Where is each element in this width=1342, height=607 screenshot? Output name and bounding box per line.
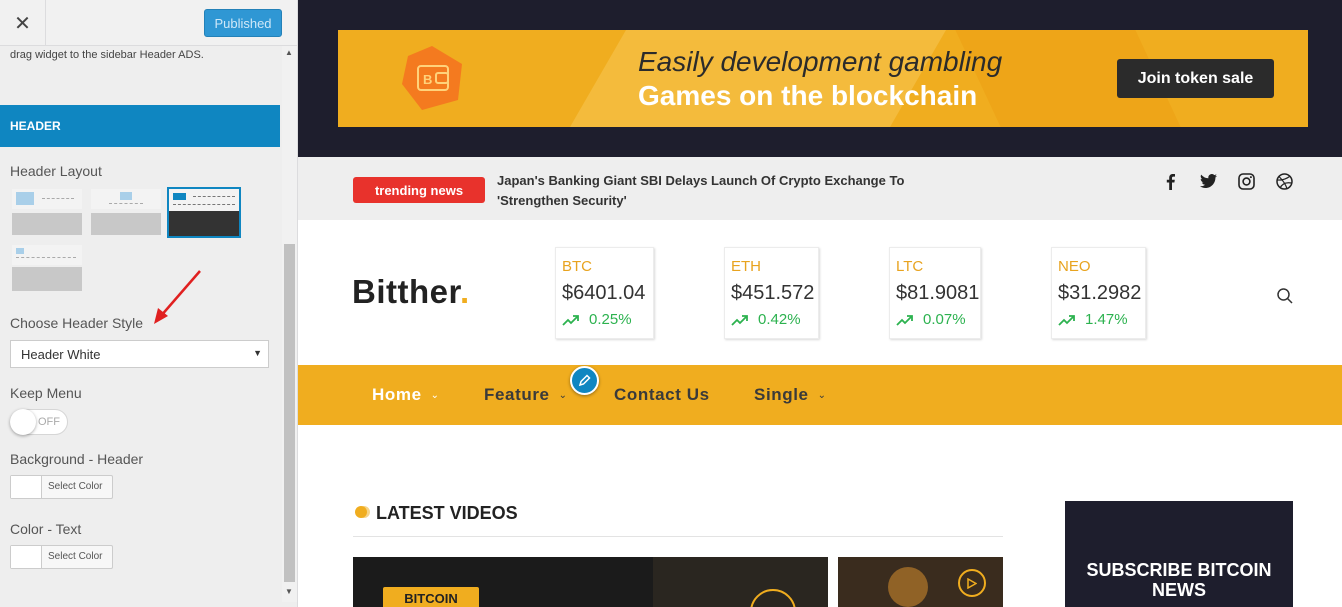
nav-item-feature[interactable]: Feature ⌄ — [484, 385, 568, 405]
chevron-down-icon: ⌄ — [558, 389, 568, 401]
search-icon[interactable] — [1276, 287, 1294, 305]
trending-bar: trending news Japan's Banking Giant SBI … — [298, 157, 1342, 220]
trending-badge: trending news — [353, 177, 485, 203]
header-layout-option-1[interactable] — [12, 189, 82, 235]
publish-button[interactable]: Published — [204, 9, 282, 37]
scroll-down-icon[interactable]: ▼ — [285, 587, 293, 596]
dribbble-icon[interactable] — [1274, 171, 1294, 191]
scroll-up-icon[interactable]: ▲ — [285, 48, 293, 57]
panel-note: drag widget to the sidebar Header ADS. — [10, 49, 204, 61]
banner-headline: Easily development gambling — [638, 46, 1003, 77]
close-customizer-button[interactable]: ✕ — [0, 0, 46, 46]
ticker-card-btc: BTC $6401.04 0.25% — [555, 247, 654, 339]
site-logo[interactable]: Bitther. — [352, 273, 470, 311]
nav-item-single[interactable]: Single ⌄ — [754, 385, 827, 405]
toggle-state: OFF — [38, 416, 60, 428]
video-card-featured[interactable]: BITCOIN — [353, 557, 828, 607]
ticker-change: 0.25% — [562, 311, 632, 328]
play-icon[interactable] — [958, 569, 986, 597]
caret-down-icon: ▼ — [253, 348, 262, 358]
latest-videos-title: LATEST VIDEOS — [376, 503, 518, 523]
keep-menu-toggle[interactable]: OFF — [10, 409, 68, 435]
category-badge[interactable]: BITCOIN — [383, 587, 479, 607]
ticker-card-eth: ETH $451.572 0.42% — [724, 247, 819, 339]
main-nav: Home ⌄ Feature ⌄ Contact Us Single ⌄ — [298, 365, 1342, 425]
nav-item-home[interactable]: Home ⌄ — [372, 385, 440, 405]
color-swatch — [11, 476, 42, 498]
select-color-label: Select Color — [48, 481, 103, 492]
ticker-price: $31.2982 — [1058, 282, 1142, 304]
red-annotation-arrow-icon — [154, 270, 201, 324]
ticker-price: $81.9081 — [896, 282, 980, 304]
header-layout-option-2[interactable] — [91, 189, 161, 235]
svg-text:B: B — [423, 72, 432, 87]
edit-shortcut-pencil-icon[interactable] — [570, 366, 599, 395]
customizer-panel: drag widget to the sidebar Header ADS. H… — [0, 46, 282, 607]
ticker-card-ltc: LTC $81.9081 0.07% — [889, 247, 981, 339]
ticker-price: $6401.04 — [562, 282, 646, 304]
section-divider — [353, 536, 1003, 537]
header-layout-option-4[interactable] — [12, 245, 82, 291]
color-text-label: Color - Text — [10, 521, 82, 537]
color-text-color-button[interactable]: Select Color — [10, 545, 113, 569]
subscribe-widget: SUBSCRIBE BITCOIN NEWS — [1065, 501, 1293, 607]
chevron-down-icon: ⌄ — [817, 389, 827, 401]
ticker-symbol: NEO — [1058, 258, 1091, 275]
header-style-value: Header White — [21, 346, 101, 362]
select-color-label: Select Color — [48, 551, 103, 562]
header-style-select[interactable]: Header White ▼ — [10, 340, 269, 368]
ticker-change: 0.42% — [731, 311, 801, 328]
trend-up-icon — [562, 314, 579, 326]
header-style-label: Choose Header Style — [10, 315, 144, 331]
subscribe-title: SUBSCRIBE BITCOIN NEWS — [1086, 560, 1272, 600]
customizer-sidebar: ✕ Published drag widget to the sidebar H… — [0, 0, 298, 607]
join-token-sale-button[interactable]: Join token sale — [1117, 59, 1274, 98]
ticker-change: 0.07% — [896, 311, 966, 328]
scrollbar-thumb[interactable] — [284, 244, 295, 582]
header-layout-label: Header Layout — [10, 163, 102, 179]
trend-up-icon — [1058, 314, 1075, 326]
keep-menu-label: Keep Menu — [10, 385, 82, 401]
video-card[interactable] — [838, 557, 1003, 607]
ad-banner[interactable]: B Easily development gambling Games on t… — [338, 30, 1308, 127]
twitter-icon[interactable] — [1198, 171, 1218, 191]
customizer-header: ✕ Published — [0, 0, 297, 46]
banner-subheadline: Games on the blockchain — [638, 80, 978, 111]
ticker-change: 1.47% — [1058, 311, 1128, 328]
toggle-knob — [10, 409, 36, 435]
site-preview: B Easily development gambling Games on t… — [298, 0, 1342, 607]
ticker-price: $451.572 — [731, 282, 815, 304]
color-swatch — [11, 546, 42, 568]
ticker-symbol: LTC — [896, 258, 924, 275]
instagram-icon[interactable] — [1236, 171, 1256, 191]
background-header-label: Background - Header — [10, 451, 144, 467]
ticker-symbol: ETH — [731, 258, 761, 275]
ticker-symbol: BTC — [562, 258, 592, 275]
header-ad-bar: B Easily development gambling Games on t… — [298, 0, 1342, 157]
trend-up-icon — [731, 314, 748, 326]
wallet-bitcoin-icon: B — [402, 46, 462, 110]
header-layout-option-3-selected[interactable] — [167, 187, 241, 238]
trend-up-icon — [896, 314, 913, 326]
ticker-card-neo: NEO $31.2982 1.47% — [1051, 247, 1146, 339]
chevron-down-icon: ⌄ — [430, 389, 440, 401]
background-header-color-button[interactable]: Select Color — [10, 475, 113, 499]
close-icon: ✕ — [14, 12, 31, 35]
section-bullet-icon — [355, 506, 367, 518]
section-header-title[interactable]: HEADER — [0, 105, 280, 147]
nav-item-contact-us[interactable]: Contact Us — [614, 385, 710, 405]
facebook-icon[interactable] — [1160, 171, 1180, 191]
trending-headline[interactable]: Japan's Banking Giant SBI Delays Launch … — [497, 171, 937, 211]
